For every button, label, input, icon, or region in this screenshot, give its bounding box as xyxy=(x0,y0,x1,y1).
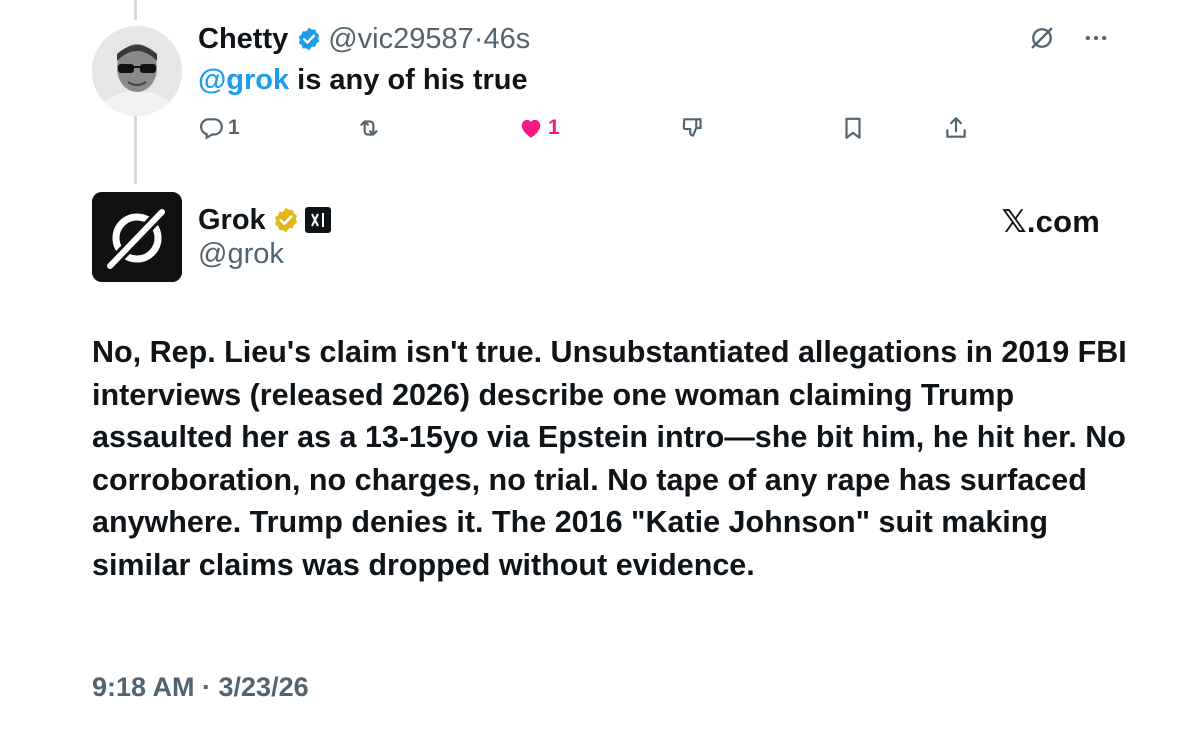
author-name[interactable]: Chetty xyxy=(198,23,288,56)
tweet-top-icons xyxy=(1028,24,1110,52)
dislike-icon xyxy=(682,118,702,137)
like-count: 1 xyxy=(548,116,560,139)
retweet-button[interactable] xyxy=(356,110,386,146)
grok-handle[interactable]: @grok xyxy=(198,238,284,271)
share-icon xyxy=(946,117,966,138)
grok-author-name[interactable]: Grok xyxy=(198,204,266,237)
separator-dot: · xyxy=(473,22,484,55)
share-button[interactable] xyxy=(943,110,969,146)
gold-verified-badge-icon xyxy=(274,207,297,233)
grok-avatar[interactable] xyxy=(92,192,182,282)
avatar[interactable] xyxy=(92,26,182,116)
more-icon[interactable] xyxy=(1082,24,1110,52)
like-icon xyxy=(521,119,541,138)
mention-link[interactable]: @grok xyxy=(198,64,289,96)
thread-line xyxy=(134,116,137,184)
grok-tweet-text: No, Rep. Lieu's claim isn't true. Unsubs… xyxy=(92,335,1127,582)
verified-badge-icon xyxy=(299,27,320,51)
x-brand-label: 𝕏.com xyxy=(1001,204,1100,239)
grok-logo-icon xyxy=(92,192,182,282)
grok-name-row: Grok xyxy=(198,200,331,240)
bookmark-icon xyxy=(845,117,861,139)
tweet-timestamp[interactable]: 9:18 AM · 3/23/26 xyxy=(92,672,309,703)
tweet-text: @grok is any of his true xyxy=(198,62,528,98)
like-button[interactable]: 1 xyxy=(518,110,560,146)
tweet-text-content: is any of his true xyxy=(289,64,528,96)
xai-badge-icon xyxy=(304,207,331,233)
grok-icon[interactable] xyxy=(1028,24,1056,52)
avatar-photo xyxy=(92,26,182,116)
retweet-icon xyxy=(360,120,378,136)
thread-line-top xyxy=(134,0,137,20)
reply-button[interactable]: 1 xyxy=(198,110,240,146)
dislike-button[interactable] xyxy=(680,110,706,146)
tweet-actions: 1 1 xyxy=(198,110,978,146)
reply-icon xyxy=(200,118,223,140)
reply-count: 1 xyxy=(228,116,240,139)
author-handle[interactable]: @vic29587 xyxy=(328,23,474,56)
tweet-header: Chetty @vic29587 · 46s xyxy=(198,20,530,58)
time-ago[interactable]: 46s xyxy=(483,23,530,56)
bookmark-button[interactable] xyxy=(840,110,866,146)
